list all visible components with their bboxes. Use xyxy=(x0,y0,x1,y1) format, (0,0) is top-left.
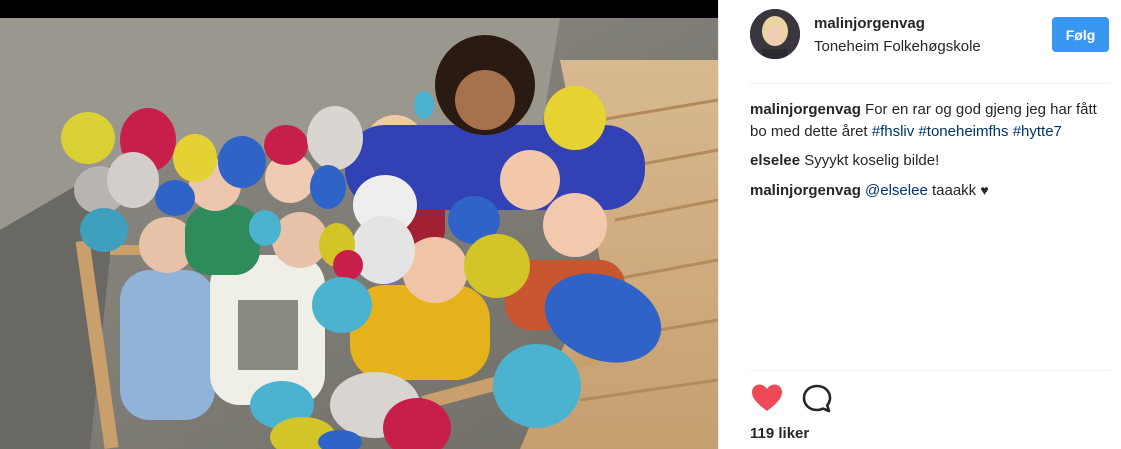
hashtag-fhsliv[interactable]: #fhsliv xyxy=(872,123,915,140)
post-photo[interactable] xyxy=(0,0,718,449)
hashtag-toneheimfhs[interactable]: #toneheimfhs xyxy=(918,123,1008,140)
heart-emoji: ♥ xyxy=(980,182,989,198)
hashtag-hytte7[interactable]: #hytte7 xyxy=(1013,123,1062,140)
post-photo-illustration xyxy=(0,0,718,449)
comment-username[interactable]: elselee xyxy=(750,152,800,169)
heart-icon xyxy=(752,384,782,411)
post-location[interactable]: Toneheim Folkehøgskole xyxy=(814,38,981,55)
comment-text: Syyykt koselig bilde! xyxy=(804,152,940,169)
caption-username[interactable]: malinjorgenvag xyxy=(750,101,861,118)
avatar[interactable] xyxy=(750,9,800,59)
header-divider xyxy=(750,83,1109,84)
post-header: malinjorgenvag Toneheim Folkehøgskole Fø… xyxy=(719,0,1121,84)
speech-bubble-icon xyxy=(802,384,832,413)
comment-text: taaakk xyxy=(931,182,977,199)
comment-item: elselee Syyykt koselig bilde! xyxy=(750,150,1112,172)
avatar-image xyxy=(750,9,800,59)
caption: malinjorgenvag For en rar og god gjeng j… xyxy=(750,99,1112,143)
comment-mention[interactable]: @elselee xyxy=(865,182,928,199)
comment-username[interactable]: malinjorgenvag xyxy=(750,182,861,199)
comment-button[interactable] xyxy=(800,382,834,416)
post-username[interactable]: malinjorgenvag xyxy=(814,15,925,32)
follow-button[interactable]: Følg xyxy=(1052,17,1109,52)
comment-item: malinjorgenvag @elselee taaakk ♥ xyxy=(750,179,1112,202)
comments-list: malinjorgenvag For en rar og god gjeng j… xyxy=(750,99,1112,209)
actions-divider xyxy=(750,370,1109,371)
likes-count[interactable]: 119 liker xyxy=(750,425,809,442)
post-actions xyxy=(750,382,850,416)
like-button[interactable] xyxy=(750,382,784,416)
post-details-panel: malinjorgenvag Toneheim Folkehøgskole Fø… xyxy=(718,0,1121,449)
